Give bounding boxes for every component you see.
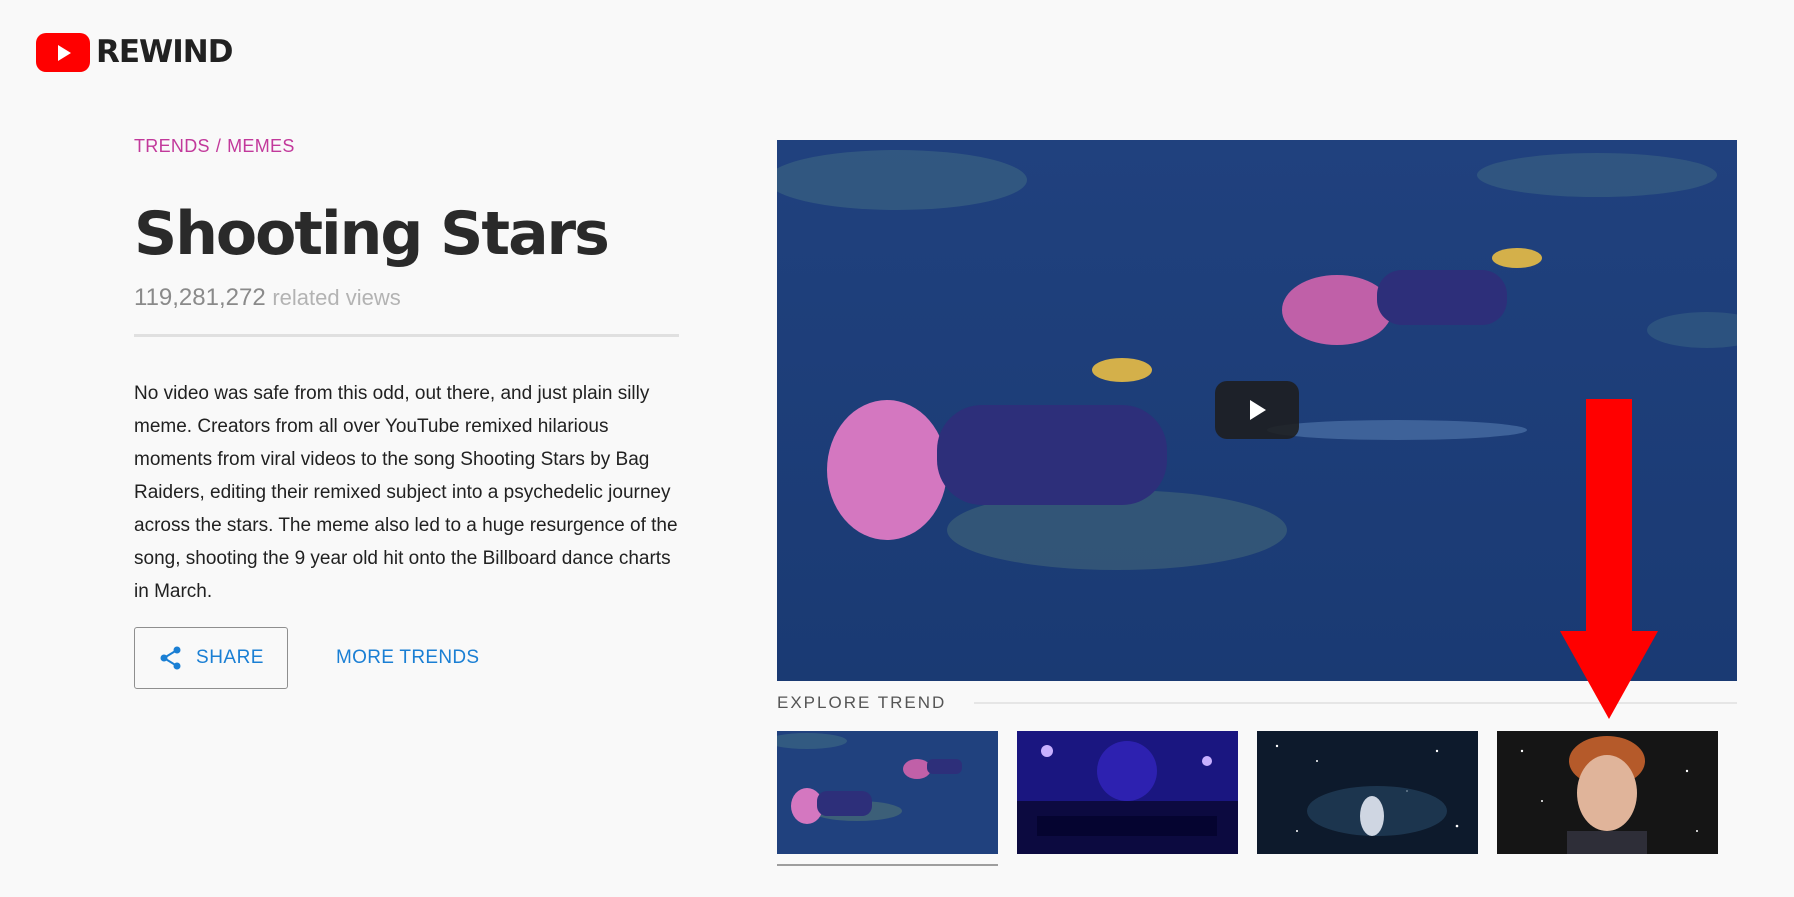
thumbnail-row [777, 731, 1718, 854]
page-title: Shooting Stars [134, 199, 610, 269]
explore-divider [974, 702, 1737, 704]
share-button[interactable]: SHARE [134, 627, 288, 689]
view-count-number: 119,281,272 [134, 284, 266, 311]
active-thumbnail-indicator [777, 864, 998, 866]
explore-trend-label: EXPLORE TREND [777, 693, 947, 712]
breadcrumb-trends[interactable]: TRENDS [134, 136, 210, 162]
explore-trend-header: EXPLORE TREND [777, 693, 1737, 713]
share-label: SHARE [196, 647, 264, 668]
breadcrumb: TRENDS / MEMES [134, 136, 680, 162]
divider [134, 334, 679, 337]
rewind-wordmark: REWIND [96, 34, 233, 70]
more-trends-link[interactable]: MORE TRENDS [336, 647, 479, 669]
video-player[interactable] [777, 140, 1737, 681]
trend-info-panel: TRENDS / MEMES Shooting Stars 119,281,27… [134, 136, 680, 689]
youtube-rewind-logo[interactable]: REWIND [36, 33, 233, 72]
play-icon [1250, 400, 1266, 420]
thumbnail-concert[interactable] [1017, 731, 1238, 854]
thumbnail-space-dancer[interactable] [1257, 731, 1478, 854]
breadcrumb-separator: / [215, 136, 222, 156]
thumbnail-singer[interactable] [1497, 731, 1718, 854]
play-button[interactable] [1215, 381, 1299, 439]
thumbnail-underwater[interactable] [777, 731, 998, 854]
youtube-play-icon [36, 33, 90, 72]
share-icon [160, 646, 181, 670]
trend-description: No video was safe from this odd, out the… [134, 383, 678, 602]
breadcrumb-memes[interactable]: MEMES [227, 136, 295, 162]
view-count: 119,281,272 related views [134, 284, 680, 312]
view-count-label: related views [272, 285, 401, 310]
action-row: SHARE MORE TRENDS [134, 627, 680, 689]
